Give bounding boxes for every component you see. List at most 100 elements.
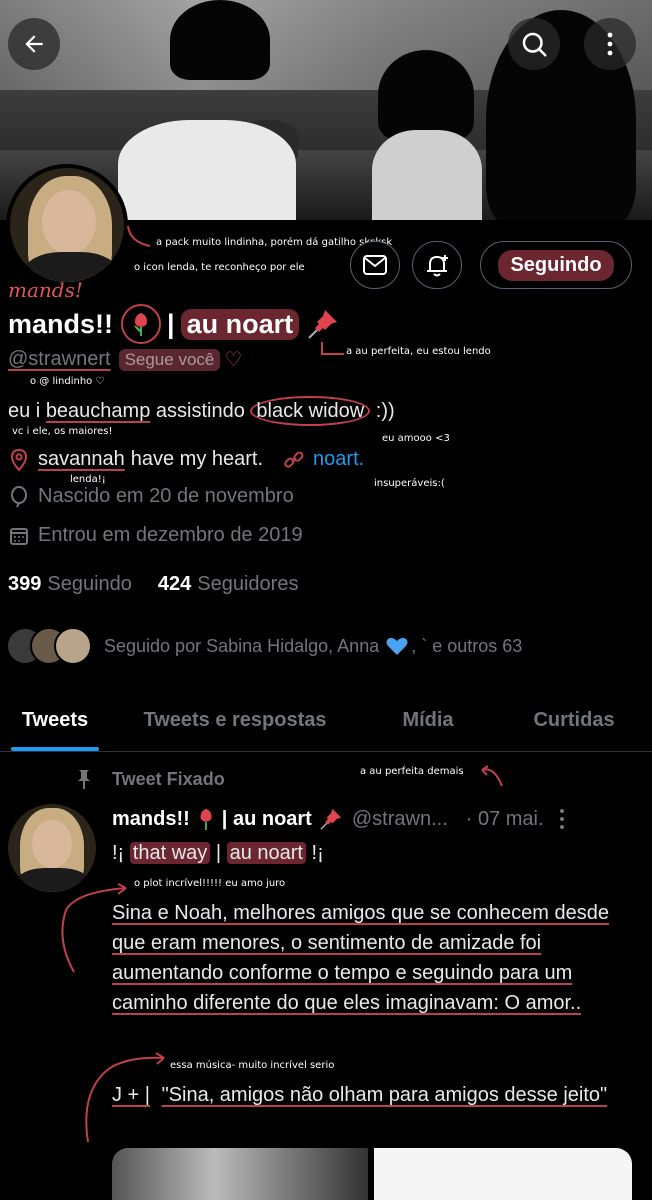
annotation-lenda: lenda!¡ <box>70 474 106 485</box>
tweet-pushpin-icon <box>320 808 341 830</box>
annotation-icon: o icon lenda, te reconheço por ele <box>134 262 305 273</box>
tweet-quote: J + | "Sina, amigos não olham para amigo… <box>112 1080 632 1110</box>
back-button[interactable] <box>8 18 60 70</box>
bio-part-a: eu i <box>8 400 41 422</box>
profile-handle-row: @strawnert Segue você ♡ <box>8 347 242 372</box>
annotation-musica: essa música- muito incrível serio <box>170 1060 335 1071</box>
search-button[interactable] <box>508 18 560 70</box>
profile-location-row: savannah have my heart. noart. <box>8 448 364 471</box>
tweet-author-handle: @strawn... <box>351 807 448 830</box>
following-button[interactable]: Seguindo <box>480 241 632 289</box>
tab-tweets-replies[interactable]: Tweets e respostas <box>110 690 360 751</box>
tweet-author-name[interactable]: mands!! <box>112 808 190 831</box>
profile-name: mands!! | au noart <box>8 304 341 344</box>
annotation-arrow-2 <box>321 342 344 355</box>
profile-avatar[interactable] <box>6 164 128 286</box>
tweet-line1-c: | <box>215 842 222 864</box>
blue-heart-icon <box>386 637 408 655</box>
more-vertical-icon <box>607 32 613 56</box>
notify-button[interactable] <box>412 241 462 289</box>
link-icon <box>283 449 305 471</box>
pinned-label: Tweet Fixado <box>112 768 225 789</box>
tweet-quote-a: J + | <box>112 1084 150 1106</box>
follows-you-badge: Segue você <box>118 348 221 371</box>
tweet-author-avatar[interactable] <box>8 804 96 892</box>
location-part-b: have my heart. <box>130 448 264 470</box>
balloon-icon <box>8 485 30 508</box>
following-button-label: Seguindo <box>498 249 614 281</box>
location-part-a: savannah <box>38 448 125 470</box>
tab-likes[interactable]: Curtidas <box>496 690 652 751</box>
following-count: 399 <box>8 573 42 595</box>
arrow-left-icon <box>25 35 43 53</box>
followers-stat[interactable]: 424 Seguidores <box>158 573 299 596</box>
tweet-line-1: !¡ that way | au noart !¡ <box>112 838 632 868</box>
followed-by-text-b: , ` e outros 63 <box>411 635 523 656</box>
bio-part-e: :)) <box>375 400 395 422</box>
annotation-au-perfeita: a au perfeita, eu estou lendo <box>346 346 491 357</box>
profile-name-separator: | <box>167 308 175 339</box>
annotation-plot: o plot incrível!!!!! eu amo juro <box>134 878 286 889</box>
tweet-line1-a: !¡ <box>112 842 125 864</box>
followed-by-text-a: Seguido por Sabina Hidalgo, Anna <box>104 635 380 656</box>
followers-count: 424 <box>157 573 192 595</box>
banner-person-head <box>378 50 474 140</box>
website-link[interactable]: noart. <box>313 448 364 471</box>
tweet-tulip-icon <box>200 808 212 831</box>
avatar-face <box>42 190 96 254</box>
following-stat[interactable]: 399 Seguindo <box>8 573 132 596</box>
profile-name-highlight: au noart <box>180 308 300 340</box>
annotation-vc-e-ele: vc i ele, os maiores! <box>12 426 113 437</box>
search-icon <box>522 32 547 57</box>
tweet-date: · 07 mai. <box>465 807 544 830</box>
profile-bio: eu i beauchamp assistindo black widow :)… <box>8 396 395 426</box>
annotation-arrow-3 <box>481 765 503 787</box>
profile-birthday-row: Nascido em 20 de novembro <box>8 485 294 508</box>
more-button[interactable] <box>584 18 636 70</box>
tweet-line1-d: au noart <box>226 842 306 864</box>
tulip-emoji <box>121 304 162 344</box>
tweet-quote-b: "Sina, amigos não olham para amigos dess… <box>161 1084 608 1106</box>
profile-tabs: Tweets Tweets e respostas Mídia Curtidas <box>0 690 652 752</box>
birthday-text: Nascido em 20 de novembro <box>38 485 294 507</box>
follower-avatar-3 <box>54 627 92 665</box>
tweet-media-1[interactable] <box>112 1148 368 1200</box>
banner-person-hair <box>170 0 270 80</box>
bio-part-c: assistindo <box>155 400 245 422</box>
pin-icon <box>78 770 90 789</box>
bell-plus-icon <box>427 255 448 277</box>
followed-by-row[interactable]: Seguido por Sabina Hidalgo, Anna , ` e o… <box>6 626 522 666</box>
heart-doodle-icon: ♡ <box>224 349 243 371</box>
annotation-lindinho: o @ lindinho ♡ <box>30 376 105 387</box>
profile-handle: @strawnert <box>8 348 111 370</box>
annotation-mands: mands! <box>8 278 83 302</box>
annotation-amooo: eu amooo <3 <box>382 433 450 444</box>
pinned-label-row: Tweet Fixado <box>74 768 225 790</box>
bio-part-d: black widow <box>250 396 371 426</box>
banner-person-shirt-2 <box>372 130 482 220</box>
tweet-media-2[interactable] <box>374 1148 632 1200</box>
followers-label: Seguidores <box>197 573 299 595</box>
tab-media[interactable]: Mídia <box>360 690 496 751</box>
tweet-more-icon[interactable] <box>558 808 566 830</box>
tweet-avatar-face <box>32 820 72 868</box>
tab-tweets[interactable]: Tweets <box>0 690 110 751</box>
annotation-insuperaveis: insuperáveis:( <box>374 478 445 489</box>
message-button[interactable] <box>350 241 400 289</box>
following-label: Seguindo <box>47 573 132 595</box>
tweet-author-suffix: | au noart <box>221 807 312 830</box>
profile-stats: 399 Seguindo 424 Seguidores <box>8 573 298 596</box>
tweet-header: mands!! | au noart @strawn... · 07 mai. <box>112 806 566 832</box>
tulip-icon <box>134 313 148 336</box>
banner-person-shirt <box>118 120 296 220</box>
profile-name-text: mands!! <box>8 308 114 339</box>
pushpin-icon <box>308 310 338 339</box>
tweet-line1-e: !¡ <box>311 842 324 864</box>
location-icon <box>8 448 30 471</box>
annotation-au-perfeita-demais: a au perfeita demais <box>360 766 464 777</box>
tweet-main-text: Sina e Noah, melhores amigos que se conh… <box>112 902 609 1014</box>
bio-part-b: beauchamp <box>45 400 151 422</box>
tweet-line1-b: that way <box>129 842 211 864</box>
mail-icon <box>363 255 387 275</box>
calendar-icon <box>8 525 30 547</box>
